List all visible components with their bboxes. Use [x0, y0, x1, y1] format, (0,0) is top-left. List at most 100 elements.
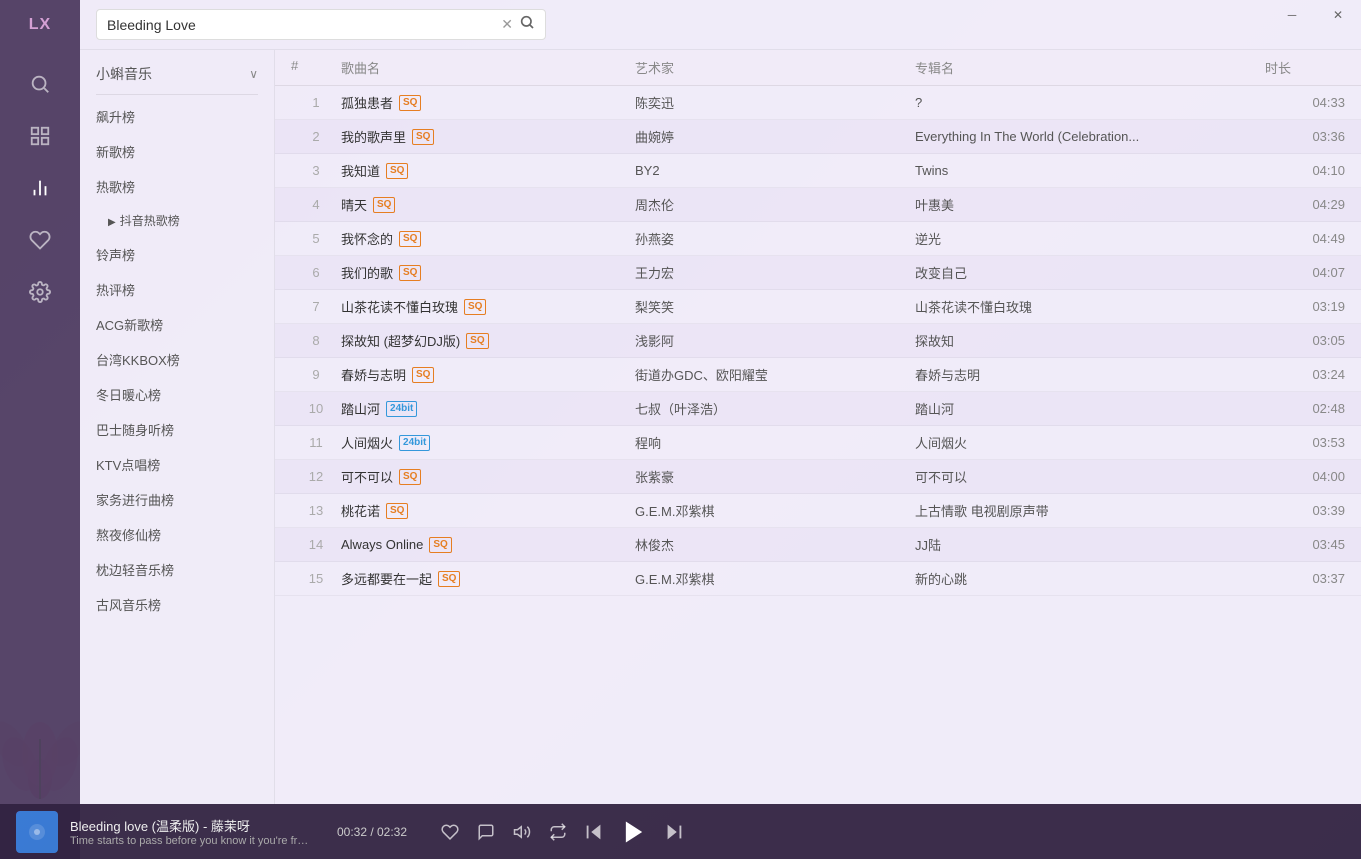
table-row[interactable]: 10 踏山河 24bit 七叔（叶泽浩） 踏山河 02:48 [275, 392, 1361, 426]
table-row[interactable]: 6 我们的歌 SQ 王力宏 改变自己 04:07 [275, 256, 1361, 290]
nav-item-douyin[interactable]: ▶抖音热歌榜 [80, 204, 274, 237]
song-duration: 03:53 [1265, 435, 1345, 450]
song-album: JJ陆 [915, 535, 1265, 554]
nav-item-zhenbian[interactable]: 枕边轻音乐榜 [80, 552, 274, 587]
row-number: 6 [291, 265, 341, 280]
row-number: 15 [291, 571, 341, 586]
song-name: 探故知 (超梦幻DJ版) [341, 331, 460, 350]
row-number: 5 [291, 231, 341, 246]
nav-item-ktv[interactable]: KTV点唱榜 [80, 447, 274, 482]
table-header: # 歌曲名 艺术家 专辑名 时长 [275, 50, 1361, 86]
song-album: 叶惠美 [915, 195, 1265, 214]
nav-item-lingshen[interactable]: 铃声榜 [80, 237, 274, 272]
search-submit-icon[interactable] [519, 14, 535, 35]
player-thumbnail [16, 811, 58, 853]
song-duration: 04:07 [1265, 265, 1345, 280]
play-button[interactable] [614, 812, 654, 852]
table-row[interactable]: 1 孤独患者 SQ 陈奕迅 ? 04:33 [275, 86, 1361, 120]
sidebar-settings-icon[interactable] [16, 268, 64, 316]
player-controls [434, 812, 690, 852]
col-title: 歌曲名 [341, 58, 635, 77]
song-duration: 04:33 [1265, 95, 1345, 110]
sq-badge: SQ [373, 197, 395, 213]
song-duration: 03:24 [1265, 367, 1345, 382]
table-row[interactable]: 4 晴天 SQ 周杰伦 叶惠美 04:29 [275, 188, 1361, 222]
table-row[interactable]: 3 我知道 SQ BY2 Twins 04:10 [275, 154, 1361, 188]
row-number: 1 [291, 95, 341, 110]
nav-item-gufeng[interactable]: 古风音乐榜 [80, 587, 274, 622]
sq-badge: SQ [412, 367, 434, 383]
minimize-button[interactable]: ─ [1269, 0, 1315, 30]
table-row[interactable]: 2 我的歌声里 SQ 曲婉婷 Everything In The World (… [275, 120, 1361, 154]
sidebar-library-icon[interactable] [16, 112, 64, 160]
sq-badge: SQ [429, 537, 451, 553]
nav-item-reping[interactable]: 热评榜 [80, 272, 274, 307]
song-name: 踏山河 [341, 399, 380, 418]
song-artist: G.E.M.邓紫棋 [635, 569, 915, 588]
nav-item-rege[interactable]: 热歌榜 [80, 169, 274, 204]
song-artist: 程响 [635, 433, 915, 452]
row-number: 14 [291, 537, 341, 552]
table-row[interactable]: 8 探故知 (超梦幻DJ版) SQ 浅影阿 探故知 03:05 [275, 324, 1361, 358]
row-number: 3 [291, 163, 341, 178]
favorite-button[interactable] [434, 816, 466, 848]
song-name: 我们的歌 [341, 263, 393, 282]
nav-item-aoye[interactable]: 熬夜修仙榜 [80, 517, 274, 552]
song-list-area: # 歌曲名 艺术家 专辑名 时长 1 孤独患者 SQ 陈奕迅 ? 04:33 2… [275, 50, 1361, 804]
nav-item-piaosheng[interactable]: 飙升榜 [80, 99, 274, 134]
row-number: 2 [291, 129, 341, 144]
nav-item-xinge[interactable]: 新歌榜 [80, 134, 274, 169]
row-number: 13 [291, 503, 341, 518]
table-row[interactable]: 5 我怀念的 SQ 孙燕姿 逆光 04:49 [275, 222, 1361, 256]
nav-item-jiawu[interactable]: 家务进行曲榜 [80, 482, 274, 517]
song-duration: 03:45 [1265, 537, 1345, 552]
table-row[interactable]: 7 山茶花读不懂白玫瑰 SQ 梨笑笑 山茶花读不懂白玫瑰 03:19 [275, 290, 1361, 324]
prev-button[interactable] [578, 816, 610, 848]
sq-badge: SQ [399, 231, 421, 247]
volume-button[interactable] [506, 816, 538, 848]
col-duration: 时长 [1265, 58, 1345, 77]
song-duration: 03:36 [1265, 129, 1345, 144]
table-row[interactable]: 12 可不可以 SQ 张紫豪 可不可以 04:00 [275, 460, 1361, 494]
nav-item-dongri[interactable]: 冬日暖心榜 [80, 377, 274, 412]
song-artist: 街道办GDC、欧阳耀莹 [635, 365, 915, 384]
row-number: 8 [291, 333, 341, 348]
nav-item-kkbox[interactable]: 台湾KKBOX榜 [80, 342, 274, 377]
song-title: 踏山河 24bit [341, 399, 635, 418]
song-duration: 03:05 [1265, 333, 1345, 348]
song-artist: 张紫豪 [635, 467, 915, 486]
search-clear-icon[interactable]: ✕ [501, 16, 513, 33]
song-title: 探故知 (超梦幻DJ版) SQ [341, 331, 635, 350]
row-number: 7 [291, 299, 341, 314]
table-row[interactable]: 9 春娇与志明 SQ 街道办GDC、欧阳耀莹 春娇与志明 03:24 [275, 358, 1361, 392]
repeat-button[interactable] [542, 816, 574, 848]
song-artist: BY2 [635, 163, 915, 178]
nav-panel: 小蝌音乐 ∨ 飙升榜 新歌榜 热歌榜 ▶抖音热歌榜 铃声榜 热评榜 ACG新歌榜… [80, 50, 275, 804]
close-button[interactable]: ✕ [1315, 0, 1361, 30]
song-title: 春娇与志明 SQ [341, 365, 635, 384]
table-row[interactable]: 11 人间烟火 24bit 程响 人间烟火 03:53 [275, 426, 1361, 460]
song-artist: 浅影阿 [635, 331, 915, 350]
row-number: 12 [291, 469, 341, 484]
table-row[interactable]: 15 多远都要在一起 SQ G.E.M.邓紫棋 新的心跳 03:37 [275, 562, 1361, 596]
nav-item-acg[interactable]: ACG新歌榜 [80, 307, 274, 342]
search-input[interactable] [107, 17, 495, 33]
song-artist: 七叔（叶泽浩） [635, 399, 915, 418]
sidebar-search-icon[interactable] [16, 60, 64, 108]
col-album: 专辑名 [915, 58, 1265, 77]
song-artist: 梨笑笑 [635, 297, 915, 316]
table-row[interactable]: 13 桃花诺 SQ G.E.M.邓紫棋 上古情歌 电视剧原声带 03:39 [275, 494, 1361, 528]
nav-header[interactable]: 小蝌音乐 ∨ [80, 58, 274, 90]
table-row[interactable]: 14 Always Online SQ 林俊杰 JJ陆 03:45 [275, 528, 1361, 562]
sidebar-chart-icon[interactable] [16, 164, 64, 212]
sidebar-favorite-icon[interactable] [16, 216, 64, 264]
song-duration: 03:39 [1265, 503, 1345, 518]
lyrics-button[interactable] [470, 816, 502, 848]
sidebar: LX [0, 0, 80, 859]
song-name: 可不可以 [341, 467, 393, 486]
next-button[interactable] [658, 816, 690, 848]
bit-badge: 24bit [386, 401, 417, 417]
nav-item-bashi[interactable]: 巴士随身听榜 [80, 412, 274, 447]
nav-chevron-icon: ∨ [249, 67, 258, 81]
sq-badge: SQ [438, 571, 460, 587]
